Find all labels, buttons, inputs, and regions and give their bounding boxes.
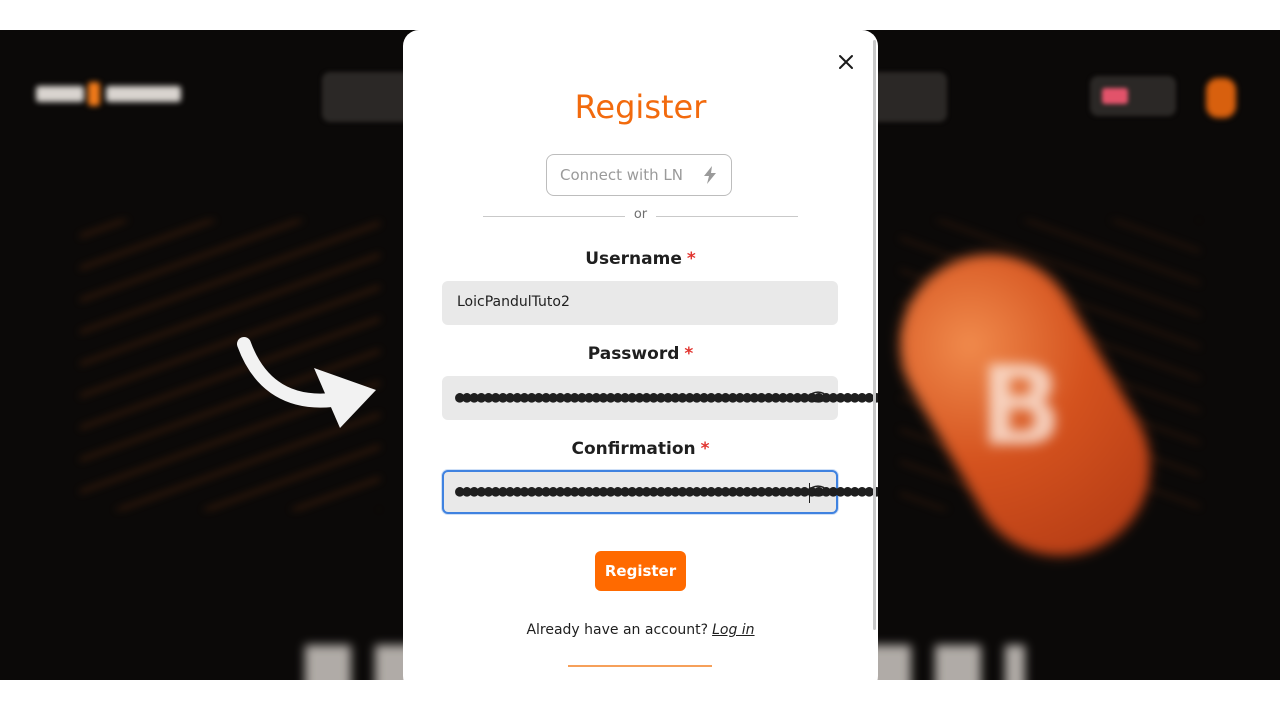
login-link[interactable]: Log in xyxy=(712,622,754,638)
connect-with-ln-button[interactable]: Connect with LN xyxy=(546,154,732,196)
login-prompt-row: Already have an account? Log in xyxy=(403,622,878,638)
eye-icon[interactable] xyxy=(808,483,828,499)
modal-title: Register xyxy=(574,88,707,126)
username-field[interactable]: LoicPandulTuto2 xyxy=(442,281,838,325)
separator-line-left xyxy=(483,216,625,217)
confirmation-label: Confirmation * xyxy=(403,439,878,459)
password-label-text: Password xyxy=(587,344,680,364)
password-field[interactable]: ●●●●●●●●●●●●●●●●●●●●●●●●●●●●●●●●●●●●●●●●… xyxy=(442,376,878,420)
confirmation-label-text: Confirmation xyxy=(571,439,696,459)
required-asterisk: * xyxy=(686,249,696,269)
required-asterisk: * xyxy=(700,439,710,459)
username-value: LoicPandulTuto2 xyxy=(457,294,570,310)
confirmation-field[interactable]: ●●●●●●●●●●●●●●●●●●●●●●●●●●●●●●●●●●●●●●●●… xyxy=(442,470,878,514)
background-user-icon xyxy=(1206,78,1236,118)
separator-text: or xyxy=(633,207,648,222)
ln-button-label: Connect with LN xyxy=(560,166,683,184)
username-label: Username * xyxy=(403,249,878,269)
curved-arrow-icon xyxy=(237,337,376,428)
decorative-orange-line xyxy=(568,665,712,667)
register-submit-button[interactable]: Register xyxy=(595,551,686,591)
background-language-selector xyxy=(1090,76,1176,116)
eye-icon[interactable] xyxy=(808,389,828,405)
background-site-logo xyxy=(36,82,181,106)
required-asterisk: * xyxy=(684,344,694,364)
close-icon[interactable] xyxy=(836,52,856,72)
password-label: Password * xyxy=(403,344,878,364)
login-prompt-text: Already have an account? xyxy=(526,622,709,638)
lightning-bolt-icon xyxy=(704,166,716,184)
modal-scrollbar[interactable] xyxy=(873,40,876,630)
separator-line-right xyxy=(656,216,798,217)
username-label-text: Username xyxy=(585,249,682,269)
register-modal: Register Connect with LN or Username * Lo… xyxy=(403,30,878,692)
